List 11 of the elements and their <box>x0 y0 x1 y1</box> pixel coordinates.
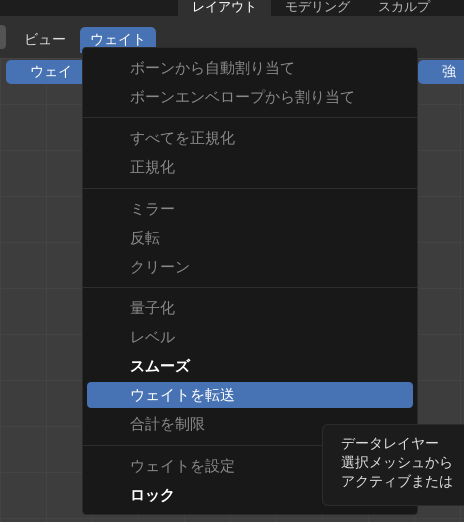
header-menu[interactable]: ビュー <box>14 27 76 53</box>
tooltip-text: データレイヤー <box>341 435 440 454</box>
tooltip-text: アクティブまたは <box>341 473 454 492</box>
tooltip-text: 選択メッシュから <box>341 454 454 473</box>
menu-item[interactable]: スムーズ <box>87 353 413 379</box>
workspace-tab[interactable]: スカルプ <box>364 0 444 16</box>
workspace-tab[interactable]: モデリング <box>271 0 364 16</box>
workspace-tab[interactable]: レイアウト <box>178 0 271 16</box>
toggle-button[interactable] <box>0 25 6 49</box>
tool-button[interactable]: 強 <box>418 60 464 84</box>
menu-item[interactable]: ウェイトを転送 <box>87 382 413 408</box>
